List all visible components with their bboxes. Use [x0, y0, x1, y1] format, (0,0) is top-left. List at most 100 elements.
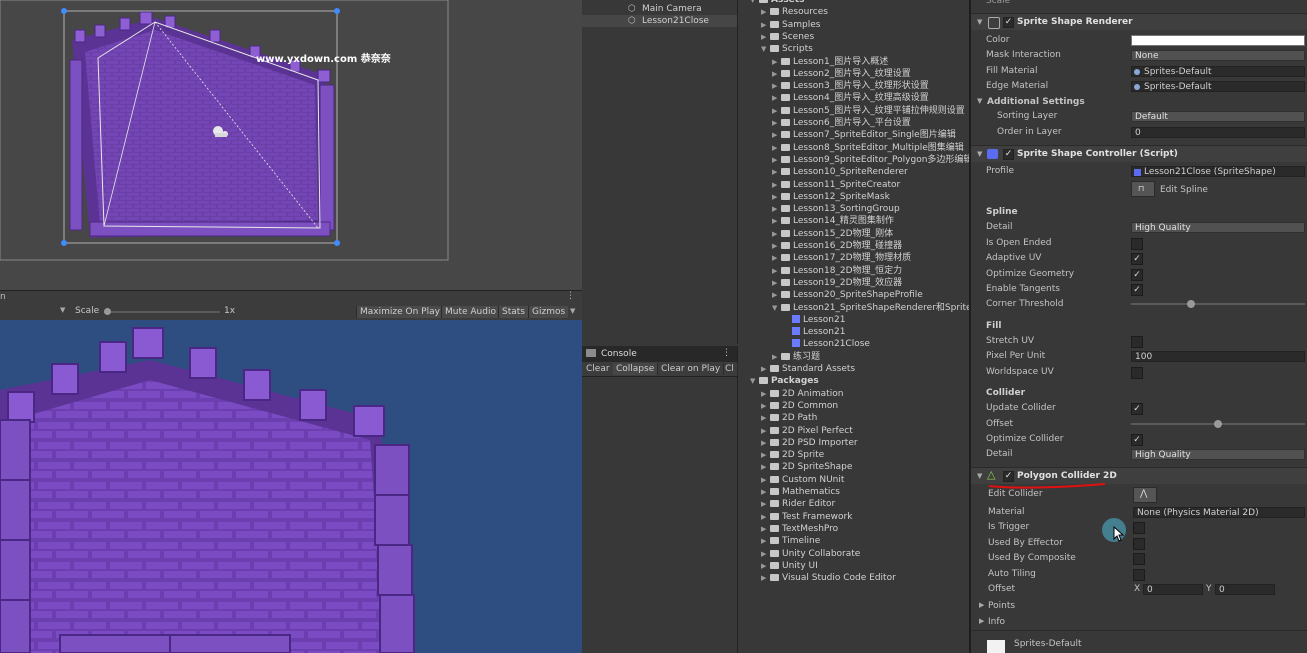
expanded-arrow-icon[interactable]: ▼ [761, 43, 770, 55]
collapsed-arrow-icon[interactable]: ▶ [772, 289, 781, 301]
project-item[interactable]: ▶ Rider Editor [761, 498, 835, 510]
collapsed-arrow-icon[interactable]: ▶ [772, 56, 781, 68]
project-item[interactable]: ▶ TextMeshPro [761, 523, 838, 535]
project-item[interactable]: ▶ Lesson15_2D物理_刚体 [772, 228, 893, 240]
project-item[interactable]: ▶ Resources [761, 6, 828, 18]
corner-threshold-slider[interactable] [1131, 300, 1305, 308]
project-item[interactable]: ▶ Lesson7_SpriteEditor_Single图片编辑 [772, 129, 956, 141]
collapsed-arrow-icon[interactable]: ▶ [772, 228, 781, 240]
scale-slider-knob[interactable] [104, 308, 111, 315]
collapsed-arrow-icon[interactable]: ▶ [761, 535, 770, 547]
project-item[interactable]: ▶ Samples [761, 19, 820, 31]
auto-tiling-checkbox[interactable] [1133, 569, 1145, 581]
clear-on-build-button[interactable]: Cl [722, 363, 738, 375]
collapsed-arrow-icon[interactable]: ▶ [772, 80, 781, 92]
worldspace-uv-checkbox[interactable] [1131, 367, 1143, 379]
foldout-arrow-icon[interactable]: ▼ [977, 97, 982, 105]
project-item[interactable]: ▶ 练习题 [772, 351, 820, 363]
sorting-layer-dropdown[interactable]: Default [1131, 111, 1305, 122]
info-foldout[interactable]: Info [988, 615, 1005, 629]
optimize-geometry-checkbox[interactable]: ✓ [1131, 269, 1143, 281]
collapsed-arrow-icon[interactable]: ▶ [761, 449, 770, 461]
project-item[interactable]: ▶ Visual Studio Code Editor [761, 572, 896, 584]
tab-console[interactable]: Console [601, 349, 637, 359]
project-item[interactable]: Lesson21 [783, 314, 845, 326]
optimize-collider-checkbox[interactable]: ✓ [1131, 434, 1143, 446]
project-item[interactable]: ▶ 2D Path [761, 412, 817, 424]
project-item[interactable]: ▶ Lesson12_SpriteMask [772, 191, 890, 203]
collapsed-arrow-icon[interactable]: ▶ [761, 412, 770, 424]
collapsed-arrow-icon[interactable]: ▶ [761, 6, 770, 18]
component-enabled-checkbox[interactable]: ✓ [1003, 17, 1014, 28]
enable-tangents-checkbox[interactable]: ✓ [1131, 284, 1143, 296]
offset-x-field[interactable]: 0 [1143, 584, 1203, 595]
project-item[interactable]: ▶ 2D Common [761, 400, 838, 412]
collapsed-arrow-icon[interactable]: ▶ [772, 105, 781, 117]
collapsed-arrow-icon[interactable]: ▶ [761, 523, 770, 535]
scene-view[interactable]: www.yxdown.com 恭奈奈 [0, 0, 582, 290]
collapsed-arrow-icon[interactable]: ▶ [761, 437, 770, 449]
corner-threshold-knob[interactable] [1187, 300, 1196, 308]
expanded-arrow-icon[interactable]: ▼ [772, 302, 781, 314]
project-item[interactable]: ▶ Test Framework [761, 511, 852, 523]
project-item[interactable]: ▶ Lesson16_2D物理_碰撞器 [772, 240, 902, 252]
project-item[interactable]: ▶ Unity UI [761, 560, 818, 572]
collapsed-arrow-icon[interactable]: ▶ [772, 179, 781, 191]
project-item[interactable]: ▶ Standard Assets [761, 363, 855, 375]
collider-offset-slider[interactable] [1131, 420, 1305, 428]
collapse-button[interactable]: Collapse [613, 363, 659, 375]
expanded-arrow-icon[interactable]: ▼ [750, 375, 759, 387]
edit-collider-button[interactable]: ⋀ [1133, 487, 1157, 503]
project-item[interactable]: Lesson21 [783, 326, 845, 338]
used-by-composite-checkbox[interactable] [1133, 553, 1145, 565]
project-item[interactable]: ▼ Packages [750, 375, 819, 387]
gizmos-dropdown-icon[interactable]: ▼ [570, 307, 575, 315]
collapsed-arrow-icon[interactable]: ▶ [761, 461, 770, 473]
project-item[interactable]: ▶ Lesson4_图片导入_纹理高级设置 [772, 92, 929, 104]
collapsed-arrow-icon[interactable]: ▶ [761, 560, 770, 572]
project-item[interactable]: ▶ Timeline [761, 535, 820, 547]
project-item[interactable]: ▶ Lesson8_SpriteEditor_Multiple图集编辑 [772, 142, 964, 154]
project-item[interactable]: ▶ 2D SpriteShape [761, 461, 852, 473]
used-by-effector-checkbox[interactable] [1133, 538, 1145, 550]
collapsed-arrow-icon[interactable]: ▶ [772, 154, 781, 166]
is-trigger-checkbox[interactable] [1133, 522, 1145, 534]
project-item[interactable]: ▶ Unity Collaborate [761, 548, 860, 560]
collapsed-arrow-icon[interactable]: ▶ [772, 351, 781, 363]
additional-settings-foldout[interactable]: Additional Settings [987, 95, 1085, 109]
collapsed-arrow-icon[interactable]: ▶ [761, 19, 770, 31]
project-item[interactable]: ▶ Lesson3_图片导入_纹理形状设置 [772, 80, 929, 92]
update-collider-checkbox[interactable]: ✓ [1131, 403, 1143, 415]
foldout-arrow-icon[interactable]: ▼ [977, 14, 982, 30]
project-item[interactable]: ▶ Lesson19_2D物理_效应器 [772, 277, 902, 289]
collapsed-arrow-icon[interactable]: ▶ [761, 388, 770, 400]
collapsed-arrow-icon[interactable]: ▶ [772, 191, 781, 203]
project-item[interactable]: ▶ 2D Animation [761, 388, 843, 400]
points-foldout[interactable]: Points [988, 599, 1015, 613]
project-item[interactable]: ▶ Lesson10_SpriteRenderer [772, 166, 908, 178]
sprite-shape-controller-header[interactable]: ▼ ✓ Sprite Shape Controller (Script) [971, 145, 1307, 162]
offset-y-field[interactable]: 0 [1215, 584, 1275, 595]
edit-spline-button[interactable]: ⊓ [1131, 181, 1155, 197]
collapsed-arrow-icon[interactable]: ▶ [761, 31, 770, 43]
collapsed-arrow-icon[interactable]: ▶ [761, 548, 770, 560]
mask-interaction-dropdown[interactable]: None [1131, 50, 1305, 61]
hierarchy-item-lesson21close[interactable]: ⬡ Lesson21Close [582, 15, 737, 27]
foldout-arrow-icon[interactable]: ▼ [977, 468, 982, 484]
project-item[interactable]: Lesson21Close [783, 338, 870, 350]
expanded-arrow-icon[interactable]: ▼ [750, 0, 759, 6]
color-swatch[interactable] [1131, 35, 1305, 46]
collapsed-arrow-icon[interactable]: ▶ [772, 252, 781, 264]
collapsed-arrow-icon[interactable]: ▶ [772, 68, 781, 80]
pixel-per-unit-field[interactable]: 100 [1131, 351, 1305, 362]
collapsed-arrow-icon[interactable]: ▶ [761, 363, 770, 375]
project-item[interactable]: ▶ Lesson14_精灵图集制作 [772, 215, 894, 227]
mute-audio-button[interactable]: Mute Audio [441, 306, 499, 318]
clear-on-play-button[interactable]: Clear on Play [658, 363, 725, 375]
collapsed-arrow-icon[interactable]: ▶ [772, 277, 781, 289]
order-in-layer-field[interactable]: 0 [1131, 127, 1305, 138]
project-item[interactable]: ▶ Mathematics [761, 486, 840, 498]
project-item[interactable]: ▼ Assets [750, 0, 804, 6]
project-item[interactable]: ▶ Lesson9_SpriteEditor_Polygon多边形编辑 [772, 154, 969, 166]
project-item[interactable]: ▶ 2D PSD Importer [761, 437, 858, 449]
